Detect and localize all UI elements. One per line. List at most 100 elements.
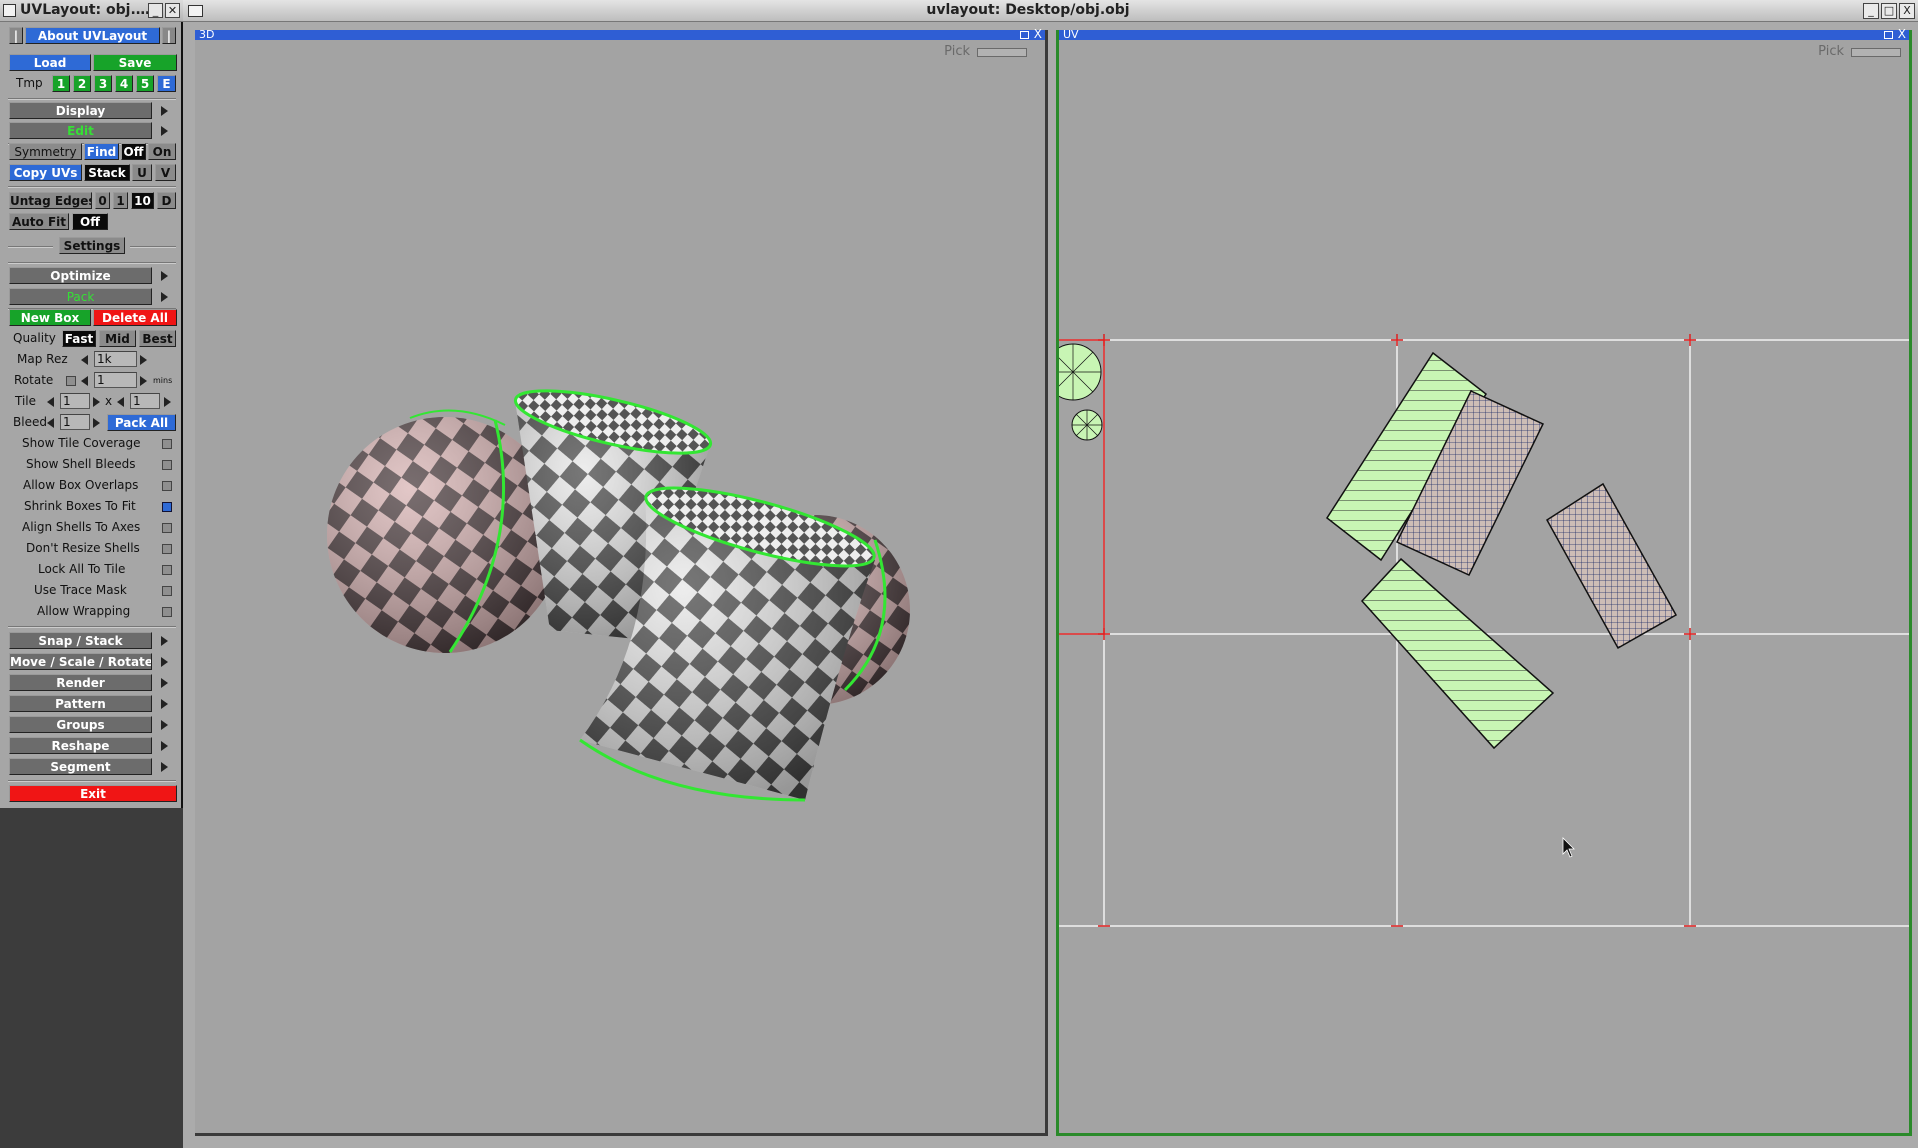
main-titlebar[interactable]: uvlayout: Desktop/obj.obj _ □ X [183,0,1918,22]
minimize-button[interactable]: _ [1863,3,1879,19]
bleed-decrease-icon[interactable] [47,418,54,428]
copy-uvs-v-button[interactable]: V [155,164,176,181]
map-rez-increase-icon[interactable] [140,355,147,365]
tmp-slot-1[interactable]: 1 [52,75,70,92]
snap-stack-arrow-icon[interactable] [161,636,168,646]
edit-expand-arrow-icon[interactable] [161,126,168,136]
uv-viewport[interactable]: UV X Pick [1056,27,1912,1136]
show-shell-bleeds-checkbox[interactable] [162,460,172,470]
tile-x-decrease-icon[interactable] [47,397,54,407]
tile-y-decrease-icon[interactable] [117,397,124,407]
uv-shell-cap-large[interactable] [1059,343,1102,401]
3d-view-close-icon[interactable]: X [1034,27,1042,41]
groups-arrow-icon[interactable] [161,720,168,730]
about-left-grip[interactable]: | [9,27,23,44]
option-label: Allow Wrapping [37,604,131,618]
about-button[interactable]: About UVLayout [25,27,160,44]
tile-x-increase-icon[interactable] [93,397,100,407]
display-menu-button[interactable]: Display [9,102,152,119]
uv-shell-strip-3[interactable] [1546,482,1678,650]
3d-viewport[interactable]: 3D X Pick [195,27,1048,1136]
optimize-expand-arrow-icon[interactable] [161,271,168,281]
panel-titlebar[interactable]: UVLayout: obj.… _ ✕ [0,0,183,22]
pack-all-button[interactable]: Pack All [107,414,176,431]
quality-best-button[interactable]: Best [139,330,176,347]
3d-view-maximize-icon[interactable] [1020,31,1029,39]
move-scale-rotate-arrow-icon[interactable] [161,657,168,667]
tile-y-increase-icon[interactable] [164,397,171,407]
tmp-slot-5[interactable]: 5 [136,75,154,92]
render-arrow-icon[interactable] [161,678,168,688]
tmp-slot-e[interactable]: E [157,75,176,92]
copy-uvs-button[interactable]: Copy UVs [9,164,82,181]
quality-mid-button[interactable]: Mid [99,330,136,347]
uv-view-maximize-icon[interactable] [1884,31,1893,39]
untag-edges-d[interactable]: D [157,192,176,209]
new-box-button[interactable]: New Box [9,309,91,326]
pack-expand-arrow-icon[interactable] [161,292,168,302]
render-menu-button[interactable]: Render [9,674,152,691]
display-expand-arrow-icon[interactable] [161,106,168,116]
snap-stack-menu-button[interactable]: Snap / Stack [9,632,152,649]
copy-uvs-u-button[interactable]: U [132,164,152,181]
save-button[interactable]: Save [93,54,177,71]
shrink-boxes-to-fit-checkbox[interactable] [162,502,172,512]
bleed-field[interactable]: 1 [60,414,90,430]
rotate-decrease-icon[interactable] [81,376,88,386]
rotate-increase-icon[interactable] [140,376,147,386]
tile-x-field[interactable]: 1 [60,393,90,409]
optimize-menu-button[interactable]: Optimize [9,267,152,284]
uv-view-close-icon[interactable]: X [1898,27,1906,41]
settings-button[interactable]: Settings [59,237,125,254]
symmetry-find-button[interactable]: Find [84,143,119,160]
tmp-slot-3[interactable]: 3 [94,75,112,92]
show-tile-coverage-checkbox[interactable] [162,439,172,449]
bleed-increase-icon[interactable] [93,418,100,428]
exit-button[interactable]: Exit [9,785,177,802]
dont-resize-shells-checkbox[interactable] [162,544,172,554]
untag-edges-10[interactable]: 10 [131,192,154,209]
uv-shell-cap-small[interactable] [1071,409,1103,441]
delete-all-button[interactable]: Delete All [93,309,177,326]
align-shells-to-axes-checkbox[interactable] [162,523,172,533]
auto-fit-off-button[interactable]: Off [72,213,108,230]
about-right-grip[interactable]: | [162,27,176,44]
symmetry-on-button[interactable]: On [148,143,176,160]
use-trace-mask-checkbox[interactable] [162,586,172,596]
uv-shell-strip-4[interactable] [1360,557,1555,750]
pack-menu-button[interactable]: Pack [9,288,152,305]
allow-wrapping-checkbox[interactable] [162,607,172,617]
panel-close-button[interactable]: ✕ [165,3,180,18]
copy-uvs-stack-button[interactable]: Stack [84,164,130,181]
segment-arrow-icon[interactable] [161,762,168,772]
untag-edges-button[interactable]: Untag Edges [9,192,92,209]
move-scale-rotate-menu-button[interactable]: Move / Scale / Rotate [9,653,152,670]
untag-edges-0[interactable]: 0 [95,192,110,209]
tmp-slot-2[interactable]: 2 [73,75,91,92]
pattern-arrow-icon[interactable] [161,699,168,709]
rotate-checkbox[interactable] [66,376,76,386]
auto-fit-button[interactable]: Auto Fit [9,213,69,230]
reshape-arrow-icon[interactable] [161,741,168,751]
tmp-label: Tmp [16,76,43,90]
pattern-menu-button[interactable]: Pattern [9,695,152,712]
window-menu-icon[interactable] [3,4,16,17]
tmp-slot-4[interactable]: 4 [115,75,133,92]
map-rez-field[interactable]: 1k [94,351,137,367]
rotate-field[interactable]: 1 [94,372,137,388]
panel-minimize-button[interactable]: _ [148,3,163,18]
reshape-menu-button[interactable]: Reshape [9,737,152,754]
load-button[interactable]: Load [9,54,91,71]
maximize-button[interactable]: □ [1881,3,1897,19]
map-rez-decrease-icon[interactable] [81,355,88,365]
symmetry-off-button[interactable]: Off [121,143,146,160]
lock-all-to-tile-checkbox[interactable] [162,565,172,575]
tile-y-field[interactable]: 1 [130,393,160,409]
untag-edges-1[interactable]: 1 [113,192,128,209]
close-button[interactable]: X [1899,3,1915,19]
allow-box-overlaps-checkbox[interactable] [162,481,172,491]
groups-menu-button[interactable]: Groups [9,716,152,733]
segment-menu-button[interactable]: Segment [9,758,152,775]
quality-fast-button[interactable]: Fast [62,330,96,347]
edit-menu-button[interactable]: Edit [9,122,152,139]
